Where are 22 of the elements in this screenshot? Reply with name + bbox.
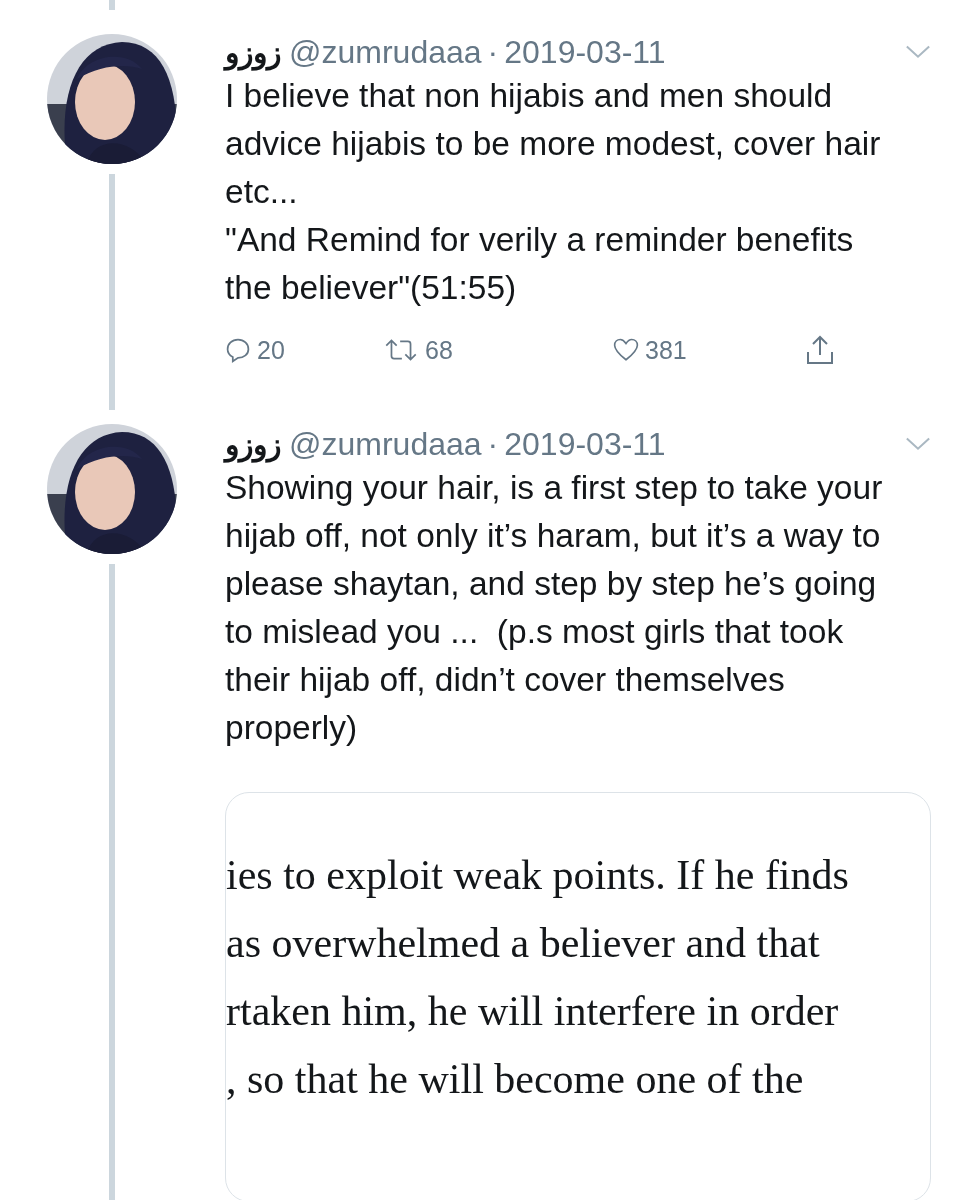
tweet-text: Showing your hair, is a first step to take your hijab off, not only it’s haram, but it’s a way to please shaytan, and step by step he’s going to mislead you ... (p.s most girls that took their hijab off, didn’t cover themselves properly) xyxy=(225,468,884,748)
like-count: 381 xyxy=(645,335,687,365)
document-text: , so that he will become one of the xyxy=(226,1055,805,1104)
tweet-date[interactable]: 2019-03-11 xyxy=(504,33,666,71)
heart-icon[interactable] xyxy=(613,337,639,363)
retweet-count: 68 xyxy=(425,335,453,365)
document-text: as overwhelmed a believer and that xyxy=(226,919,821,968)
document-text: rtaken him, he will interfere in order xyxy=(226,987,840,1036)
user-handle[interactable]: @zumrudaaa xyxy=(289,33,482,71)
tweet-date[interactable]: 2019-03-11 xyxy=(504,425,666,463)
share-icon[interactable] xyxy=(805,334,835,366)
display-name[interactable]: زوزو xyxy=(225,426,281,462)
separator-dot: · xyxy=(487,33,499,71)
tweet-text: I believe that non hijabis and men should advice hijabis to be more modest, cover hair etc... xyxy=(225,76,882,212)
user-handle[interactable]: @zumrudaaa xyxy=(289,425,482,463)
document-text: ies to exploit weak points. If he finds xyxy=(226,851,850,900)
retweet-icon[interactable] xyxy=(383,337,419,363)
tweet-text: "And Remind for verily a reminder benefits the believer"(51:55) xyxy=(225,220,855,308)
reply-count: 20 xyxy=(257,335,285,365)
display-name[interactable]: زوزو xyxy=(225,34,281,70)
reply-icon[interactable] xyxy=(225,337,251,363)
separator-dot: · xyxy=(487,425,499,463)
